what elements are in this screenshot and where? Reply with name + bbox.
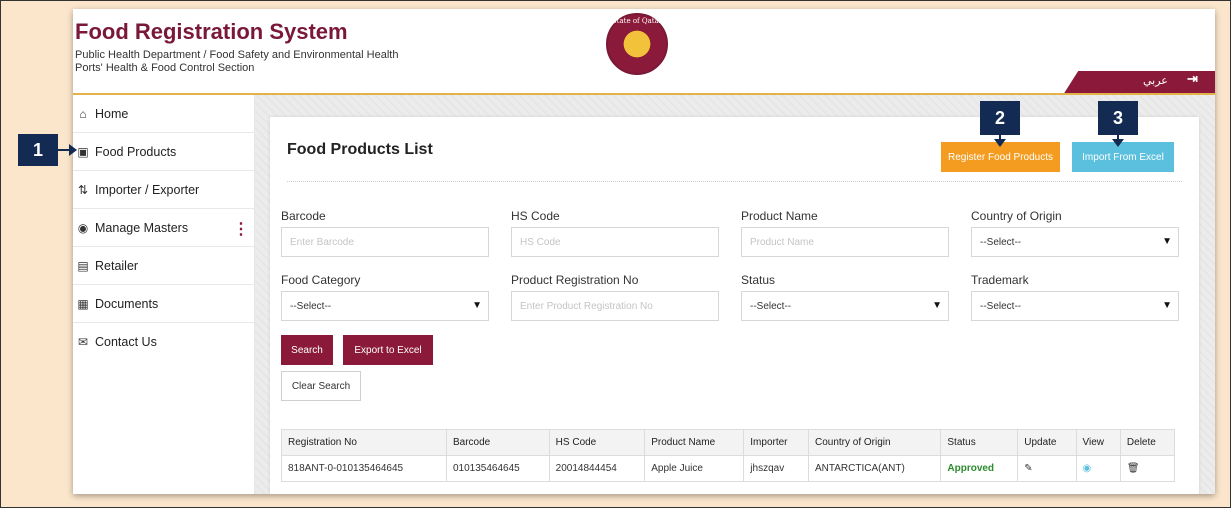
callout-3-arrowhead xyxy=(1112,139,1124,147)
sidebar-item-label: Manage Masters xyxy=(95,220,189,235)
trash-icon[interactable]: 🗑 xyxy=(1127,463,1140,474)
food-products-card: Food Products List Register Food Product… xyxy=(270,117,1199,494)
food-products-table: Registration No Barcode HS Code Product … xyxy=(281,429,1176,482)
search-button[interactable]: Search xyxy=(281,335,333,365)
status-select-value: --Select-- xyxy=(750,300,792,312)
cell-view: ◉ xyxy=(1075,455,1121,482)
country-select-value: --Select-- xyxy=(980,236,1022,248)
sidebar-item-label: Importer / Exporter xyxy=(95,182,200,197)
product-name-input[interactable] xyxy=(741,227,949,257)
sidebar-item-food-products[interactable]: ▣ Food Products xyxy=(73,133,255,171)
app-subtitle-section: Ports' Health & Food Control Section xyxy=(75,62,255,74)
callout-1: 1 xyxy=(18,134,58,166)
product-registration-no-input[interactable] xyxy=(511,291,719,321)
column-header: View xyxy=(1075,429,1121,456)
column-header: Barcode xyxy=(445,429,550,456)
callout-3: 3 xyxy=(1098,101,1138,135)
caret-down-icon: ▼ xyxy=(1162,236,1172,247)
callout-1-arrowhead xyxy=(69,144,77,156)
store-icon: ▤ xyxy=(77,258,89,273)
column-header: Delete xyxy=(1119,429,1176,456)
status-badge: Approved xyxy=(940,455,1019,482)
document-icon: ▦ xyxy=(77,296,89,311)
barcode-label: Barcode xyxy=(281,209,326,223)
sidebar-item-manage-masters[interactable]: ◉ Manage Masters ⋮ xyxy=(73,209,255,247)
logout-icon[interactable]: ⇥ xyxy=(1187,71,1198,87)
trademark-select-value: --Select-- xyxy=(980,300,1022,312)
trademark-label: Trademark xyxy=(971,273,1029,287)
page-frame: Food Registration System Public Health D… xyxy=(0,0,1231,508)
sidebar-item-label: Home xyxy=(95,106,129,121)
main-content: Food Products List Register Food Product… xyxy=(255,95,1215,494)
status-label: Status xyxy=(741,273,776,287)
hs-code-input[interactable] xyxy=(511,227,719,257)
home-icon: ⌂ xyxy=(79,106,87,121)
country-of-origin-select[interactable]: --Select-- ▼ xyxy=(971,227,1179,257)
export-to-excel-button[interactable]: Export to Excel xyxy=(343,335,433,365)
cell-hs-code: 20014844454 xyxy=(548,455,646,482)
sidebar-item-importer-exporter[interactable]: ⇅ Importer / Exporter xyxy=(73,171,255,209)
edit-icon[interactable]: ✎ xyxy=(1024,463,1032,474)
country-of-origin-label: Country of Origin xyxy=(971,209,1062,223)
callout-2-arrowhead xyxy=(994,139,1006,147)
column-header: Update xyxy=(1017,429,1077,456)
cell-update: ✎ xyxy=(1017,455,1077,482)
sidebar-item-label: Contact Us xyxy=(95,335,157,349)
title-divider xyxy=(287,181,1182,182)
trademark-select[interactable]: --Select-- ▼ xyxy=(971,291,1179,321)
product-name-label: Product Name xyxy=(741,209,818,223)
eye-icon[interactable]: ◉ xyxy=(1083,463,1092,474)
cell-delete: 🗑 xyxy=(1119,455,1176,482)
sidebar-item-label: Documents xyxy=(95,296,159,311)
column-header: Importer xyxy=(743,429,809,456)
kebab-menu-icon[interactable]: ⋮ xyxy=(233,219,249,239)
cell-country: ANTARCTICA(ANT) xyxy=(807,455,942,482)
hs-code-label: HS Code xyxy=(511,209,560,223)
column-header: Product Name xyxy=(644,429,745,456)
table-header-row: Registration No Barcode HS Code Product … xyxy=(281,429,1176,456)
app-window: Food Registration System Public Health D… xyxy=(73,9,1215,494)
clear-search-button[interactable]: Clear Search xyxy=(281,371,361,401)
sidebar-item-documents[interactable]: ▦ Documents xyxy=(73,285,255,323)
food-products-icon: ▣ xyxy=(77,144,89,159)
cell-barcode: 010135464645 xyxy=(445,455,550,482)
sidebar-item-retailer[interactable]: ▤ Retailer xyxy=(73,247,255,285)
sidebar-item-label: Food Products xyxy=(95,144,177,159)
sidebar-item-home[interactable]: ⌂ Home xyxy=(73,95,255,133)
table-row: 818ANT-0-010135464645 010135464645 20014… xyxy=(281,455,1176,482)
status-select[interactable]: --Select-- ▼ xyxy=(741,291,949,321)
caret-down-icon: ▼ xyxy=(472,300,482,311)
import-export-icon: ⇅ xyxy=(77,182,89,197)
product-registration-no-label: Product Registration No xyxy=(511,273,639,287)
settings-icon: ◉ xyxy=(77,220,89,235)
header: Food Registration System Public Health D… xyxy=(73,9,1215,95)
caret-down-icon: ▼ xyxy=(932,300,942,311)
cell-registration-no: 818ANT-0-010135464645 xyxy=(281,455,447,482)
food-category-select-value: --Select-- xyxy=(290,300,332,312)
food-category-label: Food Category xyxy=(281,273,361,287)
sidebar: ⌂ Home ▣ Food Products ⇅ Importer / Expo… xyxy=(73,95,255,494)
emblem-text: State of Qatar xyxy=(611,17,663,25)
caret-down-icon: ▼ xyxy=(1162,300,1172,311)
state-emblem-logo: State of Qatar xyxy=(606,13,668,75)
cell-product-name: Apple Juice xyxy=(644,455,745,482)
barcode-input[interactable] xyxy=(281,227,489,257)
sidebar-item-label: Retailer xyxy=(95,258,139,273)
column-header: Status xyxy=(940,429,1019,456)
cell-importer: jhszqav xyxy=(743,455,809,482)
envelope-icon: ✉ xyxy=(77,335,89,349)
app-subtitle-department: Public Health Department / Food Safety a… xyxy=(75,49,399,61)
page-title: Food Products List xyxy=(287,141,433,158)
column-header: Country of Origin xyxy=(807,429,942,456)
language-toggle-link[interactable]: عربي xyxy=(1143,74,1168,87)
food-category-select[interactable]: --Select-- ▼ xyxy=(281,291,489,321)
callout-2: 2 xyxy=(980,101,1020,135)
column-header: Registration No xyxy=(281,429,447,456)
sidebar-item-contact-us[interactable]: ✉ Contact Us xyxy=(73,323,255,361)
app-title: Food Registration System xyxy=(75,19,348,44)
column-header: HS Code xyxy=(548,429,646,456)
